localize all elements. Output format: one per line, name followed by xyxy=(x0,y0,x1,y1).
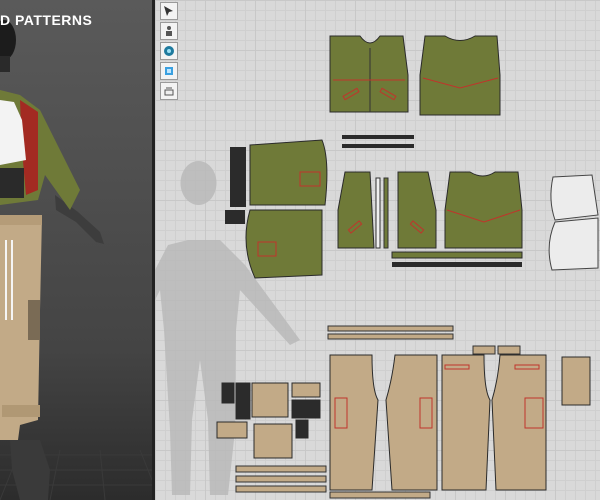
pattern-lining xyxy=(548,174,599,271)
pattern-pants-front-right xyxy=(441,354,491,491)
sewing-icon[interactable] xyxy=(160,82,178,100)
pattern-cuffs xyxy=(225,147,246,224)
pattern-hem-strip xyxy=(392,262,522,267)
pattern-jacket-front-right xyxy=(397,171,437,249)
pattern-pants-waistband-1 xyxy=(327,325,454,332)
pattern-pants-back-right xyxy=(491,354,547,491)
pattern-jacket-front-left xyxy=(337,171,375,249)
pattern-sleeve-lower xyxy=(245,209,323,279)
pattern-pants-belt-loops xyxy=(472,345,521,355)
layer-icon[interactable] xyxy=(160,62,178,80)
pattern-waistband-jacket xyxy=(391,251,523,259)
pattern-select-icon[interactable] xyxy=(160,2,178,20)
pattern-pants-back-left xyxy=(385,354,438,491)
pattern-jacket-back-lower xyxy=(444,171,523,249)
2d-toolbar xyxy=(160,2,178,102)
pattern-pants-front-left xyxy=(329,354,379,491)
2d-pattern-window[interactable] xyxy=(155,0,600,500)
pattern-canvas[interactable] xyxy=(155,0,600,500)
pattern-placket-2 xyxy=(383,177,389,249)
pattern-placket-1 xyxy=(375,177,381,249)
pattern-pants-waistband-2 xyxy=(327,333,454,340)
pattern-sleeve-upper xyxy=(249,139,328,206)
avatar-toggle-icon[interactable] xyxy=(160,22,178,40)
fabric-icon[interactable] xyxy=(160,42,178,60)
3d-viewport[interactable]: D PATTERNS xyxy=(0,0,152,500)
avatar-render xyxy=(0,20,152,500)
pattern-collar-strip-2 xyxy=(342,144,414,148)
pattern-jacket-back xyxy=(329,35,409,113)
pattern-collar-strip-1 xyxy=(342,135,414,139)
pattern-jacket-yoke xyxy=(419,35,501,116)
pattern-pants-pocket xyxy=(561,356,591,406)
viewport-title: D PATTERNS xyxy=(0,12,93,28)
